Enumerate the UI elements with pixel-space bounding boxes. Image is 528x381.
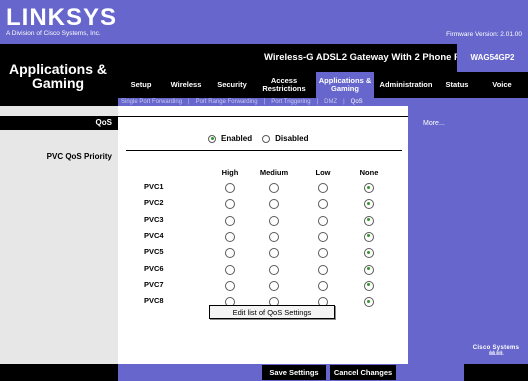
pvc-priority-radio-none[interactable] <box>364 231 374 242</box>
subnav: Single Port Forwarding | Port Range Forwa… <box>118 98 366 106</box>
qos-disabled-radio[interactable] <box>262 134 271 143</box>
footer-bar-right <box>408 364 464 381</box>
pvc-priority-label: PVC QoS Priority <box>46 152 112 161</box>
subnav-dmz[interactable]: DMZ <box>321 99 340 105</box>
qos-disabled-label: Disabled <box>275 134 309 143</box>
qos-enabled-label: Enabled <box>221 134 253 143</box>
pvc-priority-radio-high[interactable] <box>225 280 235 291</box>
more-link[interactable]: More... <box>423 120 445 127</box>
pvc-priority-radio-high[interactable] <box>225 183 235 193</box>
cisco-bars-icon: ılıılı.ılıılı. <box>488 351 504 357</box>
pvc-label: PVC3 <box>144 214 164 224</box>
pvc-priority-radio-low[interactable] <box>318 280 328 291</box>
pvc-priority-radio-low[interactable] <box>318 183 328 193</box>
tab-administration[interactable]: Administration <box>374 72 438 98</box>
pvc-priority-radio-medium[interactable] <box>269 183 279 193</box>
subnav-port-range-forwarding[interactable]: Port Range Forwarding <box>193 99 261 105</box>
tab-voice[interactable]: Voice <box>482 72 522 98</box>
tab-security[interactable]: Security <box>212 72 252 98</box>
pvc-priority-radio-none[interactable] <box>364 215 374 226</box>
page-title: Applications & Gaming <box>8 61 107 91</box>
column-medium: Medium <box>259 168 289 177</box>
model-tag: WAG54GP2 <box>457 44 528 72</box>
subnav-separator: | <box>188 99 190 105</box>
model-name: Wireless-G ADSL2 Gateway With 2 Phone Po… <box>264 52 479 63</box>
pvc-priority-radio-none[interactable] <box>364 183 374 193</box>
cancel-changes-button[interactable]: Cancel Changes <box>330 365 396 380</box>
pvc-priority-radio-low[interactable] <box>318 264 328 275</box>
pvc-priority-radio-none[interactable] <box>364 264 374 275</box>
pvc-priority-radio-medium[interactable] <box>269 280 279 291</box>
column-low: Low <box>315 168 331 177</box>
help-panel <box>408 106 528 364</box>
tab-wireless[interactable]: Wireless <box>164 72 208 98</box>
pvc-label: PVC7 <box>144 279 164 289</box>
firmware-version: Firmware Version: 2.01.00 <box>446 31 522 38</box>
pvc-priority-radio-medium[interactable] <box>269 264 279 275</box>
tab-status[interactable]: Status <box>440 72 474 98</box>
qos-enable-group: Enabled Disabled <box>208 134 318 143</box>
left-footer <box>0 364 118 381</box>
save-settings-button[interactable]: Save Settings <box>262 365 326 380</box>
divider <box>126 150 402 151</box>
pvc-label: PVC6 <box>144 263 164 273</box>
subnav-separator: | <box>343 99 345 105</box>
cisco-logo: Cisco Systems ılıılı.ılıılı. <box>465 345 527 375</box>
pvc-label: PVC8 <box>144 296 164 306</box>
divider <box>118 116 408 117</box>
qos-section-label: QoS <box>95 118 112 127</box>
pvc-label: PVC1 <box>144 182 164 191</box>
left-column <box>0 106 118 364</box>
tab-access-restrictions[interactable]: Access Restrictions <box>256 72 312 98</box>
pvc-priority-radio-medium[interactable] <box>269 231 279 242</box>
linksys-logo: LINKSYS <box>6 4 118 31</box>
subnav-separator: | <box>316 99 319 105</box>
subnav-single-port-forwarding[interactable]: Single Port Forwarding <box>118 99 185 105</box>
tab-applications-gaming[interactable]: Applications & Gaming <box>316 72 374 98</box>
pvc-priority-radio-none[interactable] <box>364 280 374 291</box>
column-high: High <box>221 168 239 177</box>
subnav-port-triggering[interactable]: Port Triggering <box>268 99 313 105</box>
qos-enabled-radio[interactable] <box>208 134 216 143</box>
pvc-priority-radio-high[interactable] <box>225 215 235 226</box>
pvc-label: PVC4 <box>144 230 164 240</box>
pvc-priority-radio-high[interactable] <box>225 231 235 242</box>
logo-subtitle: A Division of Cisco Systems, Inc. <box>6 30 101 37</box>
pvc-priority-radio-low[interactable] <box>318 215 328 226</box>
tab-setup[interactable]: Setup <box>124 72 158 98</box>
pvc-label: PVC5 <box>144 247 164 257</box>
subnav-separator: | <box>263 99 266 105</box>
pvc-priority-radio-high[interactable] <box>225 264 235 275</box>
edit-qos-settings-button[interactable]: Edit list of QoS Settings <box>209 305 335 319</box>
pvc-label: PVC2 <box>144 198 164 208</box>
subnav-qos[interactable]: QoS <box>348 99 366 105</box>
pvc-priority-radio-low[interactable] <box>318 231 328 242</box>
column-none: None <box>359 168 379 177</box>
pvc-priority-radio-medium[interactable] <box>269 215 279 226</box>
